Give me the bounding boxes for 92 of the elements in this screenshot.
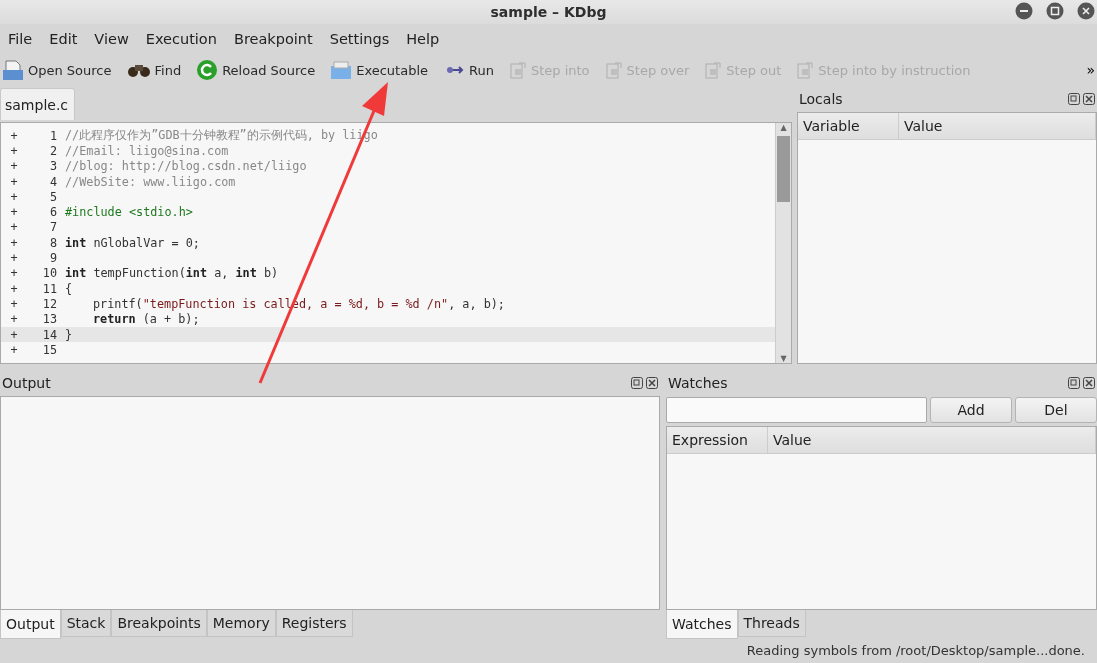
code-line: //blog: http://blog.csdn.net/liigo	[65, 159, 307, 174]
menu-item[interactable]: File	[8, 31, 33, 47]
code-line: return (a + b);	[92, 312, 200, 327]
code-line: int tempFunction(int a, int b)	[65, 266, 279, 281]
locals-list[interactable]: Variable Value	[797, 112, 1097, 364]
breakpoint-toggle[interactable]: +	[1, 281, 27, 296]
menu-item[interactable]: Execution	[145, 31, 217, 47]
float-icon[interactable]	[631, 377, 643, 389]
line-number: 14	[41, 327, 58, 342]
folder-icon	[330, 60, 353, 80]
line-number: 12	[41, 296, 58, 311]
breakpoint-toggle[interactable]: +	[1, 159, 27, 174]
reload-icon	[196, 59, 219, 81]
line-number: 3	[48, 159, 58, 174]
step-icon	[604, 60, 623, 80]
expression-field[interactable]	[666, 397, 927, 423]
step-icon	[508, 60, 527, 80]
document-icon	[2, 59, 24, 81]
breakpoint-toggle[interactable]: +	[1, 251, 27, 265]
float-icon[interactable]	[1068, 377, 1080, 389]
breakpoint-toggle[interactable]: +	[1, 128, 27, 143]
code-line: //Email: liigo@sina.com	[65, 143, 229, 158]
close-icon[interactable]	[1077, 2, 1095, 20]
float-icon[interactable]	[1068, 93, 1080, 105]
window-title: sample – KDbg	[490, 4, 607, 20]
status-text: Reading symbols from /root/Desktop/sample...done.	[746, 643, 1085, 659]
toolbar-button[interactable]: Executable	[330, 60, 434, 80]
panel-tab[interactable]: Threads	[737, 610, 806, 637]
line-number: 7	[48, 220, 58, 235]
breakpoint-toggle[interactable]: +	[1, 189, 27, 204]
toolbar-button[interactable]: Run	[443, 62, 500, 78]
menu-item[interactable]: Edit	[49, 31, 78, 47]
line-number: 15	[41, 342, 58, 357]
line-number: 10	[41, 266, 58, 281]
breakpoint-toggle[interactable]: +	[1, 235, 27, 250]
panel-title: Locals	[799, 91, 843, 107]
watch-button[interactable]: Add	[930, 397, 1012, 423]
close-icon[interactable]	[1083, 377, 1095, 389]
breakpoint-toggle[interactable]: +	[1, 220, 27, 235]
panel-tab[interactable]: Output	[0, 610, 61, 639]
overflow-button[interactable]: »	[1084, 62, 1097, 78]
line-number: 11	[41, 281, 58, 296]
toolbar-button[interactable]: Open Source	[2, 59, 118, 81]
breakpoint-toggle[interactable]: +	[1, 174, 27, 189]
breakpoint-toggle[interactable]: +	[1, 312, 27, 327]
line-number: 4	[48, 174, 58, 189]
menu-item[interactable]: Help	[406, 31, 440, 47]
maximize-icon[interactable]	[1046, 2, 1064, 20]
code-editor[interactable]	[0, 122, 792, 364]
line-number: 5	[48, 189, 58, 204]
breakpoint-toggle[interactable]: +	[1, 342, 27, 357]
breakpoint-toggle[interactable]: +	[1, 143, 27, 158]
watches-list[interactable]: Expression Value	[666, 426, 1097, 610]
watch-button[interactable]: Del	[1015, 397, 1097, 423]
column-header[interactable]: Expression	[667, 427, 768, 453]
line-number: 1	[48, 128, 58, 143]
scrollbar[interactable]: ▲ ▼	[775, 123, 791, 363]
code-line: //WebSite: www.liigo.com	[65, 174, 236, 189]
panel-tab[interactable]: Stack	[60, 610, 112, 637]
code-line: #include <stdio.h>	[65, 205, 193, 220]
panel-title: Output	[2, 375, 51, 391]
panel-tab[interactable]: Breakpoints	[111, 610, 207, 637]
breakpoint-toggle[interactable]: +	[1, 296, 27, 311]
line-number: 6	[48, 205, 58, 220]
panel-tab[interactable]: Registers	[275, 610, 353, 637]
breakpoint-toggle[interactable]: +	[1, 327, 27, 342]
panel-tab[interactable]: Watches	[666, 610, 738, 639]
line-number: 13	[41, 312, 58, 327]
close-icon[interactable]	[1083, 93, 1095, 105]
breakpoint-toggle[interactable]: +	[1, 205, 27, 220]
toolbar-button[interactable]: Find	[126, 61, 188, 79]
step-icon	[704, 60, 723, 80]
panel-title: Watches	[668, 375, 728, 391]
code-line: int nGlobalVar = 0;	[65, 235, 200, 250]
step-icon	[796, 60, 815, 80]
code-line: }	[65, 327, 73, 342]
breakpoint-toggle[interactable]: +	[1, 266, 27, 281]
panel-tab[interactable]: Memory	[206, 610, 276, 637]
menu-item[interactable]: View	[94, 31, 129, 47]
minimize-icon[interactable]	[1015, 2, 1033, 20]
line-number: 8	[48, 235, 58, 250]
line-number: 9	[48, 251, 58, 265]
line-number: 2	[48, 143, 58, 158]
menu-item[interactable]: Breakpoint	[233, 31, 313, 47]
file-tab[interactable]: sample.c	[0, 88, 76, 120]
code-line: {	[65, 281, 73, 296]
toolbar-button[interactable]: Reload Source	[196, 59, 322, 81]
column-header[interactable]: Value	[899, 113, 1096, 139]
column-header[interactable]: Value	[768, 427, 1096, 453]
close-icon[interactable]	[646, 377, 658, 389]
column-header[interactable]: Variable	[798, 113, 899, 139]
menu-item[interactable]: Settings	[329, 31, 390, 47]
